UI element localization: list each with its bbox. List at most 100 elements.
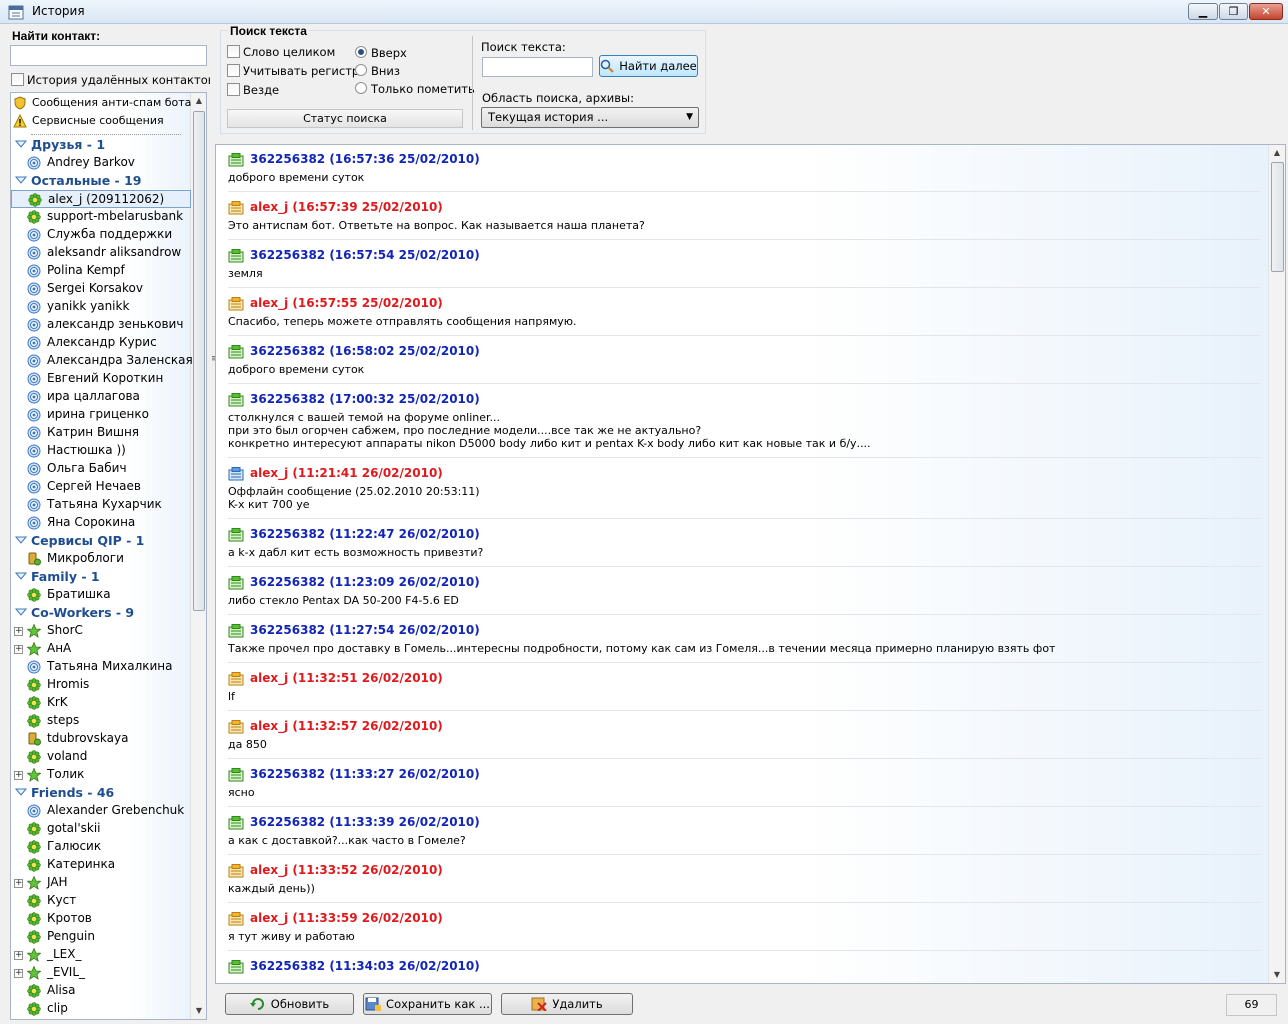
- history-scroll-thumb[interactable]: [1271, 162, 1284, 272]
- contact-item[interactable]: voland: [11, 748, 191, 766]
- contact-item[interactable]: Яна Сорокина: [11, 514, 191, 532]
- scroll-down-icon[interactable]: ▼: [191, 1003, 206, 1019]
- history-message[interactable]: 362256382 (11:22:47 26/02/2010) а k-x даб…: [228, 520, 1260, 567]
- contact-item[interactable]: yanikk yanikk: [11, 298, 191, 316]
- history-view[interactable]: ▲ ▼ 362256382 (16:57:36 25/02/2010) добро…: [215, 144, 1286, 984]
- contact-group-header[interactable]: Друзья - 1: [11, 136, 191, 154]
- contact-item[interactable]: + Толик: [11, 766, 191, 784]
- contact-item[interactable]: gotal'skii: [11, 820, 191, 838]
- contact-list-scroll-thumb[interactable]: [193, 111, 205, 611]
- close-button[interactable]: ✕: [1249, 3, 1283, 20]
- history-message[interactable]: 362256382 (11:23:09 26/02/2010) либо стек…: [228, 568, 1260, 615]
- contact-item[interactable]: Галюсик: [11, 838, 191, 856]
- history-message[interactable]: 362256382 (16:58:02 25/02/2010) доброго в…: [228, 337, 1260, 384]
- contact-group-header[interactable]: Остальные - 19: [11, 172, 191, 190]
- contact-item[interactable]: alex_j (209112062): [11, 190, 191, 208]
- contact-item[interactable]: Сергей Нечаев: [11, 478, 191, 496]
- find-contact-input[interactable]: [10, 45, 207, 66]
- contact-item[interactable]: Евгений Короткин: [11, 370, 191, 388]
- contact-item[interactable]: support-mbelarusbank: [11, 208, 191, 226]
- contact-item[interactable]: Alexander Grebenchuk: [11, 802, 191, 820]
- contact-item[interactable]: Татьяна Кухарчик: [11, 496, 191, 514]
- history-message[interactable]: alex_j (11:33:52 26/02/2010) каждый день)…: [228, 856, 1260, 903]
- contact-item[interactable]: + ShorC: [11, 622, 191, 640]
- contact-item[interactable]: Александр Курис: [11, 334, 191, 352]
- history-message[interactable]: alex_j (16:57:39 25/02/2010) Это антиспам…: [228, 193, 1260, 240]
- collapse-triangle-icon[interactable]: [14, 786, 29, 800]
- contact-item[interactable]: Alisa: [11, 982, 191, 1000]
- search-scope-select[interactable]: Текущая история ... ▼: [481, 107, 699, 128]
- contact-item[interactable]: ирина гриценко: [11, 406, 191, 424]
- contact-item[interactable]: Andrey Barkov: [11, 154, 191, 172]
- everywhere-checkbox[interactable]: [227, 83, 240, 96]
- history-message[interactable]: 362256382 (11:27:54 26/02/2010) Также про…: [228, 616, 1260, 663]
- contact-item[interactable]: clip: [11, 1000, 191, 1018]
- collapse-triangle-icon[interactable]: [14, 534, 29, 548]
- contact-item[interactable]: александр зенькович: [11, 316, 191, 334]
- contact-item[interactable]: aleksandr aliksandrow: [11, 244, 191, 262]
- history-message[interactable]: alex_j (11:32:51 26/02/2010) lf: [228, 664, 1260, 711]
- deleted-history-checkbox[interactable]: [11, 73, 24, 86]
- refresh-button[interactable]: Обновить: [225, 993, 354, 1015]
- expand-plus-icon[interactable]: +: [14, 627, 23, 636]
- history-message[interactable]: 362256382 (17:00:32 25/02/2010) столкнулс…: [228, 385, 1260, 458]
- collapse-triangle-icon[interactable]: [14, 606, 29, 620]
- contact-group-header[interactable]: Сервисы QIP - 1: [11, 532, 191, 550]
- expand-plus-icon[interactable]: +: [14, 771, 23, 780]
- direction-up-radio[interactable]: [355, 46, 367, 58]
- expand-plus-icon[interactable]: +: [14, 645, 23, 654]
- only-mark-radio[interactable]: [355, 82, 367, 94]
- contact-list[interactable]: ▲ ▼ Сообщения анти-спам бота Сервисные со…: [10, 92, 207, 1020]
- contact-item[interactable]: + _LEX_: [11, 946, 191, 964]
- search-text-input[interactable]: [482, 57, 593, 77]
- find-next-button[interactable]: Найти далее: [599, 55, 698, 77]
- contact-item[interactable]: Александра Заленская: [11, 352, 193, 370]
- scroll-down-icon[interactable]: ▼: [1269, 967, 1285, 983]
- minimize-button[interactable]: ▁: [1188, 3, 1218, 20]
- contact-group-header[interactable]: Family - 1: [11, 568, 191, 586]
- contact-item[interactable]: Татьяна Михалкина: [11, 658, 191, 676]
- contact-item[interactable]: Sergei Korsakov: [11, 280, 191, 298]
- contact-item[interactable]: Куст: [11, 892, 191, 910]
- contact-item[interactable]: Penguin: [11, 928, 191, 946]
- contact-item[interactable]: Ольга Бабич: [11, 460, 191, 478]
- save-as-button[interactable]: Сохранить как ...: [363, 993, 492, 1015]
- history-scrollbar[interactable]: ▲ ▼: [1268, 145, 1285, 983]
- contact-group-header[interactable]: Friends - 46: [11, 784, 191, 802]
- history-message[interactable]: 362256382 (16:57:36 25/02/2010) доброго в…: [228, 145, 1260, 192]
- contact-item[interactable]: Polina Kempf: [11, 262, 191, 280]
- contact-item[interactable]: tdubrovskaya: [11, 730, 191, 748]
- history-message[interactable]: 362256382 (11:33:27 26/02/2010) ясно: [228, 760, 1260, 807]
- contact-group-header[interactable]: Co-Workers - 9: [11, 604, 191, 622]
- expand-plus-icon[interactable]: +: [14, 951, 23, 960]
- contact-item[interactable]: Катрин Вишня: [11, 424, 191, 442]
- contact-item[interactable]: steps: [11, 712, 191, 730]
- contact-item[interactable]: Hromis: [11, 676, 191, 694]
- contact-item[interactable]: Настюшка )): [11, 442, 191, 460]
- contact-item[interactable]: + AнA: [11, 640, 191, 658]
- match-case-checkbox[interactable]: [227, 64, 240, 77]
- expand-plus-icon[interactable]: +: [14, 879, 23, 888]
- history-message[interactable]: 362256382 (11:33:39 26/02/2010) а как с д…: [228, 808, 1260, 855]
- contact-list-scrollbar[interactable]: ▲ ▼: [190, 93, 206, 1019]
- special-item[interactable]: Сообщения анти-спам бота: [11, 94, 191, 112]
- special-item[interactable]: Сервисные сообщения: [11, 112, 191, 130]
- history-message[interactable]: 362256382 (11:34:03 26/02/2010): [228, 952, 1260, 983]
- contact-item[interactable]: KrK: [11, 694, 191, 712]
- delete-button[interactable]: Удалить: [501, 993, 633, 1015]
- scroll-up-icon[interactable]: ▲: [191, 93, 206, 109]
- collapse-triangle-icon[interactable]: [14, 570, 29, 584]
- contact-item[interactable]: Микроблоги: [11, 550, 191, 568]
- history-message[interactable]: alex_j (11:33:59 26/02/2010) я тут живу и…: [228, 904, 1260, 951]
- history-message[interactable]: 362256382 (16:57:54 25/02/2010) земля: [228, 241, 1260, 288]
- contact-item[interactable]: Братишка: [11, 586, 191, 604]
- direction-down-radio[interactable]: [355, 64, 367, 76]
- contact-item[interactable]: + JAH: [11, 874, 191, 892]
- contact-item[interactable]: Катеринка: [11, 856, 191, 874]
- history-message[interactable]: alex_j (16:57:55 25/02/2010) Спасибо, теп…: [228, 289, 1260, 336]
- whole-word-checkbox[interactable]: [227, 45, 240, 58]
- maximize-button[interactable]: ❐: [1219, 3, 1248, 20]
- contact-item[interactable]: Кротов: [11, 910, 191, 928]
- history-message[interactable]: alex_j (11:21:41 26/02/2010) Оффлайн сооб…: [228, 459, 1260, 519]
- collapse-triangle-icon[interactable]: [14, 138, 29, 152]
